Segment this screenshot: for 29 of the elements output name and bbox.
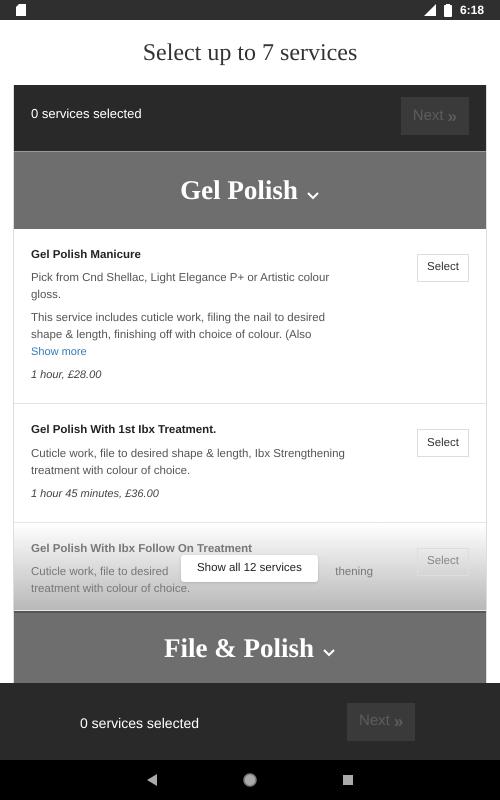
signal-icon [424,4,436,16]
clock: 6:18 [460,2,484,19]
battery-icon [444,4,452,16]
select-button[interactable]: Select [417,548,469,576]
service-description: thening [335,565,373,580]
service-duration: 1 hour, £28.00 [31,368,102,383]
sd-card-icon [16,4,26,16]
category-header[interactable]: Gel Polish [14,151,486,229]
service-description: Cuticle work, file to desired shape & length, Ibx Strengthening treatment with colour of choice. [31,446,346,478]
category-header[interactable]: File & Polish [14,611,486,683]
service-description: treatment with colour of choice. [31,582,190,598]
home-icon[interactable] [242,772,258,788]
service-description: Pick from Cnd Shellac, Light Elegance P+ or Artistic colour gloss. [31,271,330,304]
select-button[interactable]: Select [417,429,469,458]
selected-count: 0 services selected [31,105,142,123]
show-more-link[interactable]: Show more [31,344,353,361]
service-title: Gel Polish Manicure [31,248,142,263]
selected-count: 0 services selected [80,714,200,732]
select-button[interactable]: Select [417,254,469,282]
service-duration: 1 hour 45 minutes, £36.00 [31,486,160,502]
service-description: Cuticle work, file to desired [31,565,168,580]
chevron-down-icon [322,647,336,657]
back-icon[interactable] [147,774,157,786]
service-description: This service includes cuticle work, filing the nail to desired shape & length, finishing off with choice of colour. (Also [31,311,326,344]
service-title: Gel Polish With 1st Ibx Treatment. [31,423,218,438]
service-title: Gel Polish With Ibx Follow On Treatment [31,542,253,557]
page-title: Select up to 7 services [142,38,358,68]
chevron-down-icon [306,190,320,200]
show-all-button[interactable]: Show all 12 services [181,554,318,582]
